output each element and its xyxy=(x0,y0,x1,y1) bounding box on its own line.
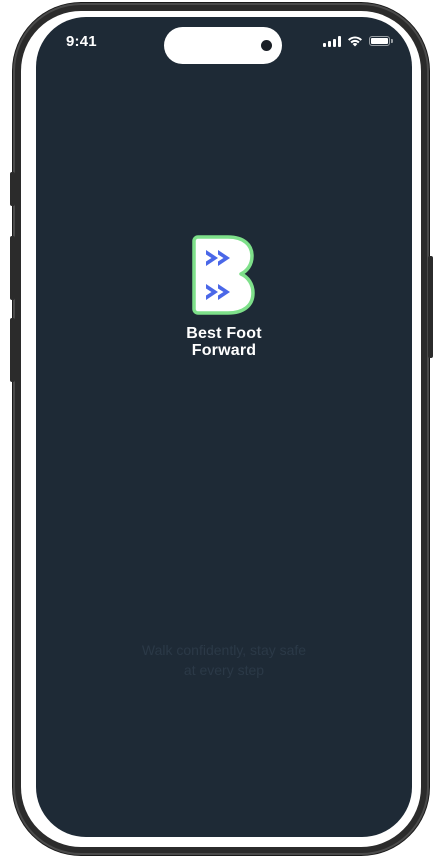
status-icons xyxy=(323,35,393,47)
camera-icon xyxy=(261,40,272,51)
battery-icon xyxy=(369,36,393,46)
dynamic-island xyxy=(164,27,282,64)
splash-logo: Best Foot Forward xyxy=(36,235,412,359)
double-chevron-b-logo-icon xyxy=(192,235,255,315)
action-button xyxy=(10,172,15,206)
tagline-line-1: Walk confidently, stay safe xyxy=(141,642,307,658)
wifi-icon xyxy=(348,36,362,47)
brand-line-1: Best Foot xyxy=(186,325,262,342)
signal-icon xyxy=(323,35,341,47)
volume-up-button xyxy=(10,236,15,300)
page: 9:41 Best Foot Forward Walk confidently,… xyxy=(0,0,442,866)
brand-name: Best Foot Forward xyxy=(186,325,262,359)
tagline: Walk confidently, stay safe at every ste… xyxy=(36,640,412,680)
status-time: 9:41 xyxy=(66,33,97,50)
volume-down-button xyxy=(10,318,15,382)
app-screen: 9:41 Best Foot Forward Walk confidently,… xyxy=(36,17,412,837)
brand-line-2: Forward xyxy=(191,342,257,359)
tagline-line-2: at every step xyxy=(183,662,265,678)
power-button xyxy=(428,256,433,358)
